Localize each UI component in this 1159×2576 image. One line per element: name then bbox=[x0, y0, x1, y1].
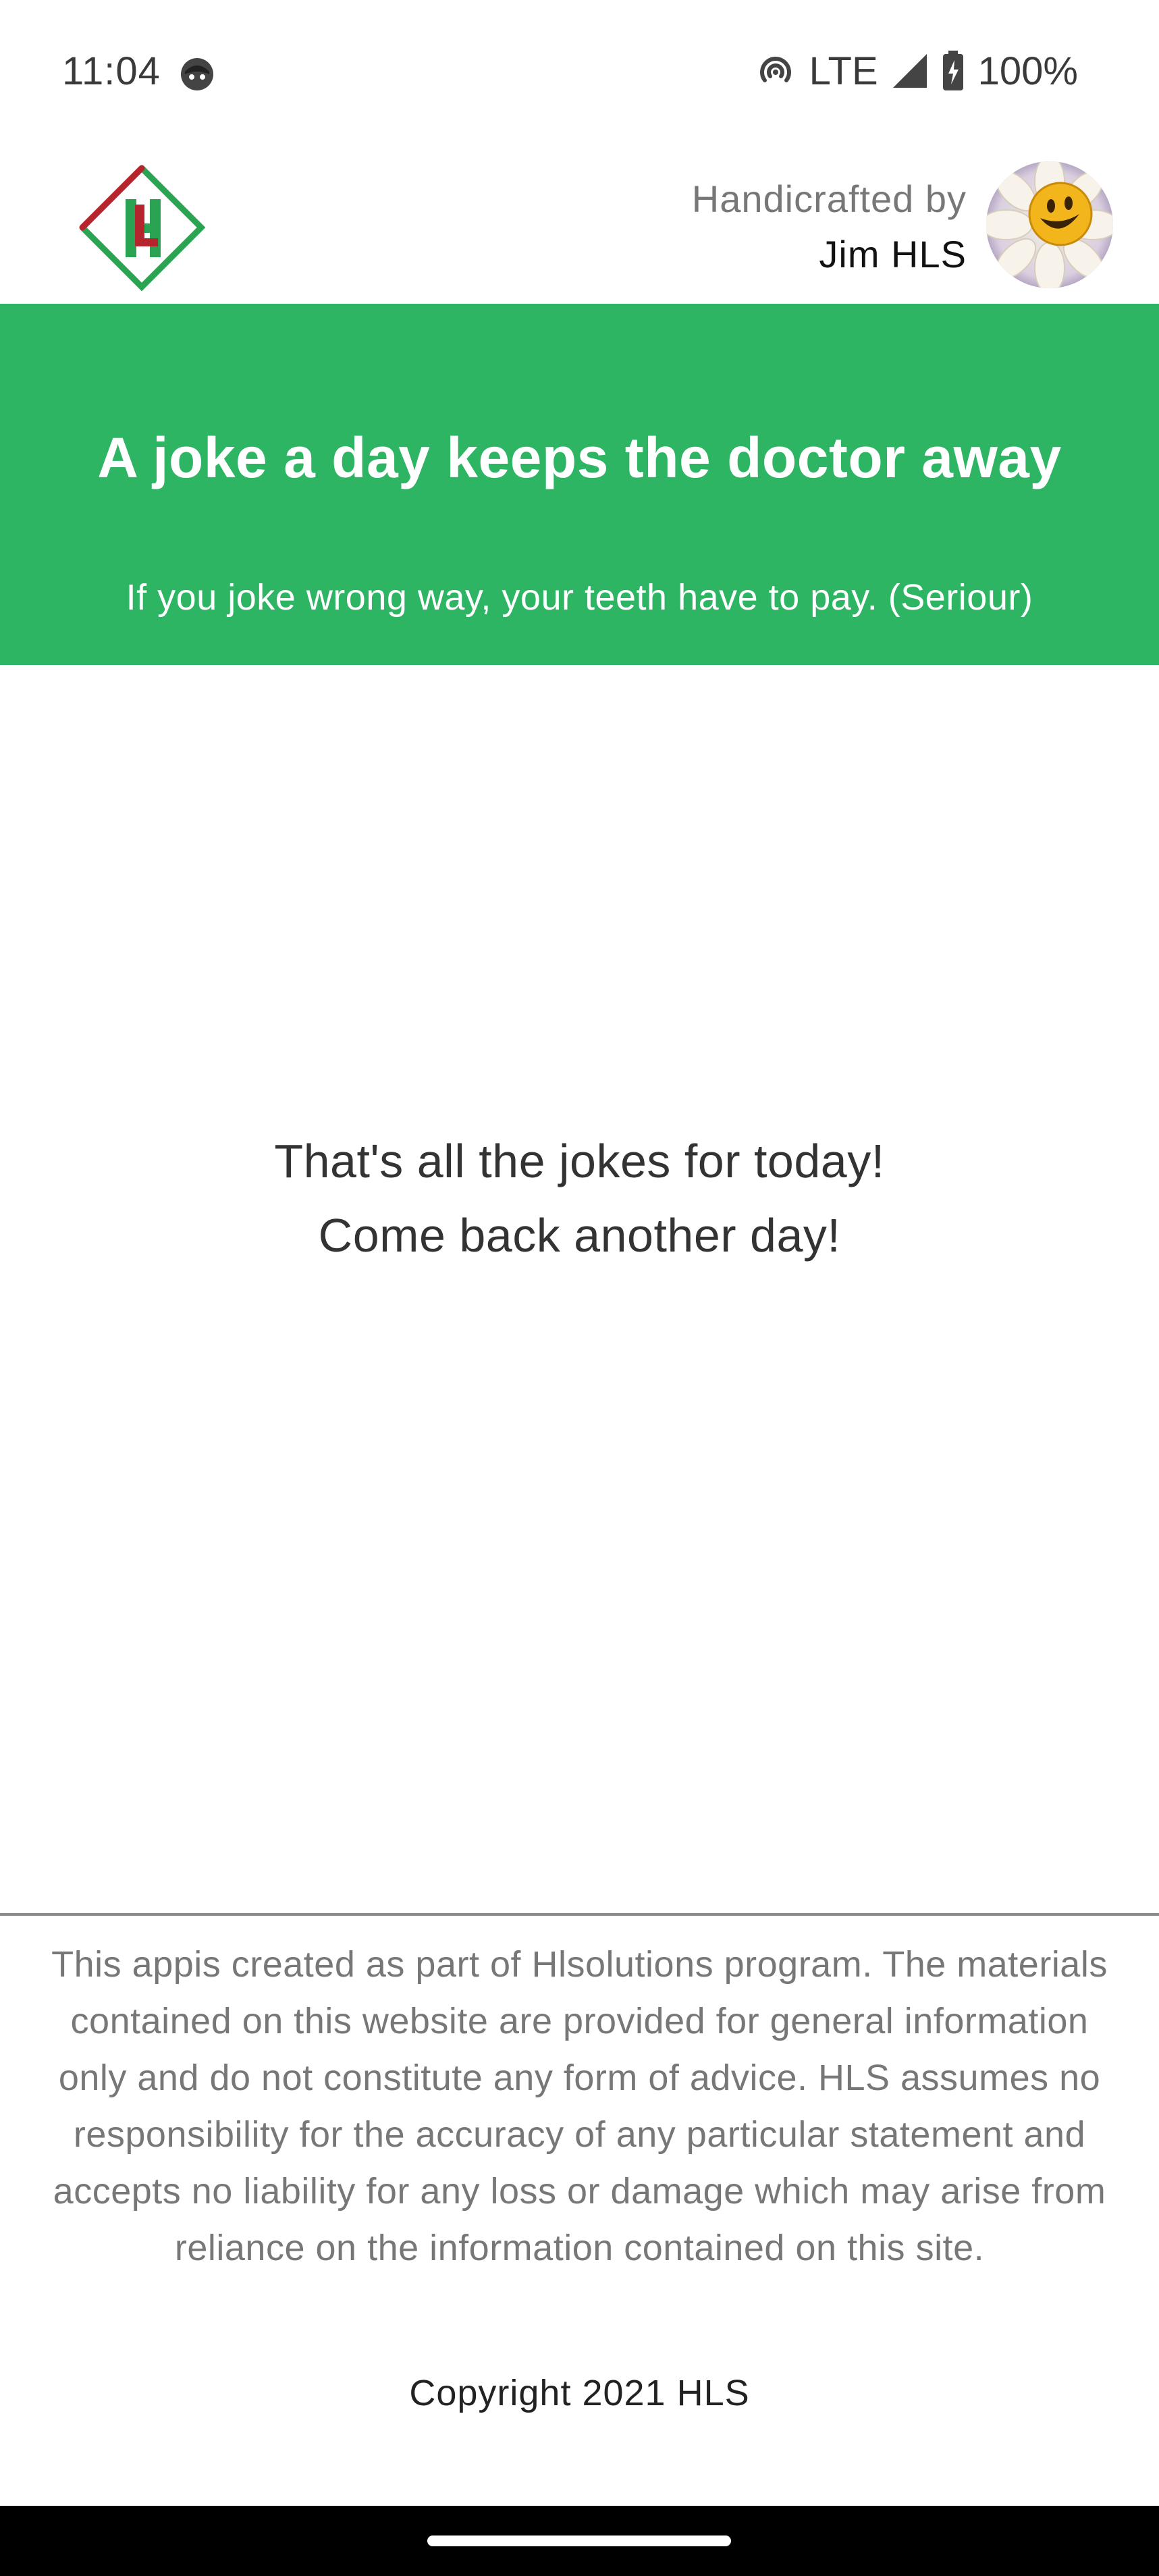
message-line-2: Come back another day! bbox=[318, 1209, 841, 1262]
battery-percent: 100% bbox=[977, 49, 1078, 93]
app-header: Handicrafted by Jim HLS bbox=[0, 145, 1159, 304]
hero-banner: A joke a day keeps the doctor away If yo… bbox=[0, 304, 1159, 665]
message-line-1: That's all the jokes for today! bbox=[274, 1135, 885, 1187]
network-type: LTE bbox=[809, 49, 878, 93]
footer-divider bbox=[0, 1913, 1159, 1916]
copyright-text: Copyright 2021 HLS bbox=[409, 2373, 750, 2413]
credit-label: Handicrafted by bbox=[691, 178, 967, 220]
disclaimer-text: This appis created as part of Hlsolution… bbox=[51, 1944, 1108, 2268]
notification-face-icon bbox=[181, 58, 213, 90]
main-content: That's all the jokes for today! Come bac… bbox=[0, 665, 1159, 1914]
system-nav-bar bbox=[0, 2506, 1159, 2576]
battery-charging-icon bbox=[942, 51, 963, 90]
banner-title: A joke a day keeps the doctor away bbox=[97, 426, 1062, 489]
end-of-jokes-message: That's all the jokes for today! Come bac… bbox=[0, 1124, 1159, 1272]
banner-subtitle: If you joke wrong way, your teeth have t… bbox=[126, 577, 1033, 618]
hotspot-icon bbox=[759, 57, 791, 82]
app-screen: 11:04 LTE 100% Handicrafted by Jim HLS A… bbox=[0, 0, 1159, 2576]
author-avatar bbox=[986, 161, 1113, 288]
home-gesture-handle[interactable] bbox=[427, 2535, 731, 2546]
status-bar: 11:04 LTE 100% bbox=[0, 0, 1159, 145]
hls-logo bbox=[79, 165, 206, 292]
credit-name: Jim HLS bbox=[819, 233, 967, 275]
author-credit: Handicrafted by Jim HLS bbox=[692, 172, 967, 283]
status-time: 11:04 bbox=[62, 49, 161, 93]
signal-icon bbox=[892, 54, 927, 88]
status-indicators: LTE 100% bbox=[755, 47, 1078, 95]
